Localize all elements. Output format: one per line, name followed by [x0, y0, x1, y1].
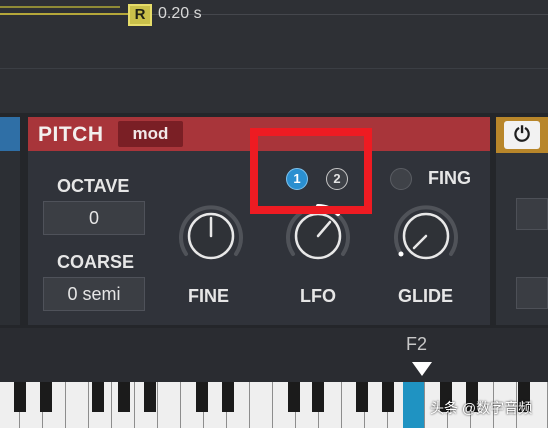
note-marker-icon: [412, 362, 432, 376]
keyboard-header: [0, 328, 548, 382]
black-key[interactable]: [40, 382, 52, 412]
octave-label: OCTAVE: [57, 176, 130, 196]
coarse-label: COARSE: [57, 252, 135, 272]
black-key[interactable]: [14, 382, 26, 412]
fing-label: FING: [428, 168, 471, 188]
octave-field[interactable]: 0: [43, 201, 145, 235]
lfo-label: LFO: [300, 286, 336, 306]
black-key[interactable]: [312, 382, 324, 412]
pitch-title: PITCH: [38, 123, 104, 146]
black-key[interactable]: [196, 382, 208, 412]
highlight-annotation: [250, 128, 372, 214]
black-key[interactable]: [356, 382, 368, 412]
release-marker[interactable]: R: [128, 4, 152, 26]
black-key[interactable]: [288, 382, 300, 412]
fine-label: FINE: [188, 286, 230, 306]
black-key[interactable]: [382, 382, 394, 412]
fine-knob[interactable]: [174, 199, 248, 273]
glide-knob[interactable]: [389, 199, 463, 273]
envelope-baseline: [150, 14, 548, 15]
mod-button[interactable]: mod: [118, 121, 183, 147]
watermark: 头条 @数字音频: [430, 400, 533, 416]
left-module-header: [0, 117, 20, 151]
white-key[interactable]: [250, 382, 273, 428]
envelope-gridline: [0, 68, 548, 69]
black-key[interactable]: [144, 382, 156, 412]
black-key[interactable]: [92, 382, 104, 412]
note-label: F2: [406, 334, 428, 354]
release-time-label: 0.20 s: [158, 5, 202, 22]
power-icon[interactable]: ⏻: [504, 121, 540, 149]
white-key-active[interactable]: [403, 382, 425, 428]
fing-toggle[interactable]: [390, 168, 412, 190]
black-key[interactable]: [118, 382, 130, 412]
envelope-curve: [0, 0, 120, 8]
envelope-curve-segment: [0, 13, 140, 15]
white-key[interactable]: [158, 382, 181, 428]
next-module-field-2[interactable]: [516, 277, 548, 309]
next-module-field-1[interactable]: [516, 198, 548, 230]
envelope-area: [0, 0, 548, 113]
glide-label: GLIDE: [398, 286, 454, 306]
coarse-field[interactable]: 0 semi: [43, 277, 145, 311]
black-key[interactable]: [222, 382, 234, 412]
white-key[interactable]: [66, 382, 89, 428]
